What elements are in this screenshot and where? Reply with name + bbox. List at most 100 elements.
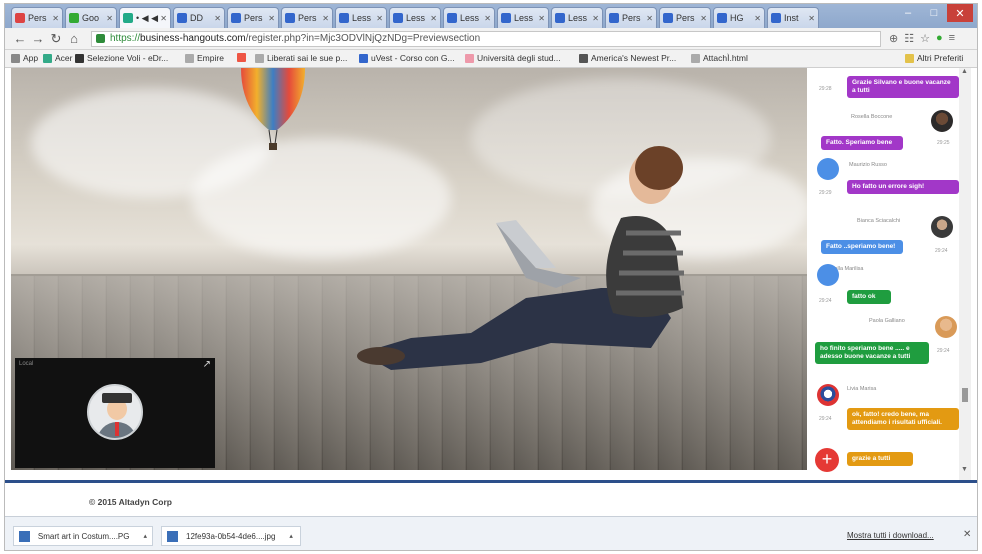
download-item[interactable]: 12fe93a-0b54-4de6....jpg ▴	[161, 526, 301, 546]
bookmark-icon	[255, 53, 264, 63]
tab-close-icon[interactable]: ✕	[52, 14, 59, 23]
tab-label: Pers	[298, 13, 317, 23]
tab-favicon-icon	[717, 13, 727, 23]
chat-message-bubble: ok, fatto! credo bene, ma attendiamo i r…	[847, 408, 959, 430]
minimize-button[interactable]: –	[895, 4, 921, 22]
chat-sender-name: Livia Marisa	[847, 386, 877, 392]
maximize-button[interactable]: □	[921, 4, 947, 22]
tab-close-icon[interactable]: ✕	[484, 14, 491, 23]
tab-14[interactable]: Inst ✕	[767, 7, 819, 28]
url-input[interactable]: https://business-hangouts.com/register.p…	[91, 31, 881, 47]
tab-12[interactable]: Pers ✕	[659, 7, 711, 28]
tab-7[interactable]: Less ✕	[389, 7, 441, 28]
close-window-button[interactable]: ✕	[947, 4, 973, 22]
hero-image: Local ↗	[11, 68, 807, 470]
tab-10[interactable]: Less ✕	[551, 7, 603, 28]
chat-scrollbar[interactable]: ▲ ▼	[959, 68, 971, 480]
tab-close-icon[interactable]: ✕	[106, 14, 113, 23]
close-download-bar-icon[interactable]: ✕	[963, 529, 971, 540]
tab-favicon-icon	[69, 13, 79, 23]
add-button[interactable]: +	[815, 448, 839, 472]
download-menu-icon[interactable]: ▴	[143, 532, 147, 540]
tab-11[interactable]: Pers ✕	[605, 7, 657, 28]
menu-icon[interactable]: ≡	[949, 32, 955, 45]
tab-close-icon[interactable]: ✕	[646, 14, 653, 23]
expand-icon[interactable]: ↗	[203, 359, 211, 370]
bookmark-2[interactable]: Selezione Voli - eDr...	[75, 53, 168, 63]
other-bookmarks[interactable]: Altri Preferiti	[905, 53, 963, 63]
bookmark-icon	[75, 53, 84, 63]
other-bookmarks-label: Altri Preferiti	[917, 53, 964, 63]
tab-2[interactable]: • ◀ ◀ ✕	[119, 7, 171, 28]
tab-favicon-icon	[339, 13, 349, 23]
tab-favicon-icon	[285, 13, 295, 23]
tab-6[interactable]: Less ✕	[335, 7, 387, 28]
bookmark-label: App	[23, 53, 39, 63]
forward-arrow-icon[interactable]: →	[31, 31, 45, 46]
tab-9[interactable]: Less ✕	[497, 7, 549, 28]
bookmark-5[interactable]: Liberati sai le sue p...	[255, 53, 347, 63]
bookmark-star-icon[interactable]: ☆	[920, 32, 930, 45]
tab-close-icon[interactable]: ✕	[376, 14, 383, 23]
download-item[interactable]: Smart art in Costum....PG ▴	[13, 526, 153, 546]
tab-close-icon[interactable]: ✕	[160, 14, 167, 23]
bookmark-label: Empire	[197, 53, 224, 63]
home-icon[interactable]: ⌂	[67, 31, 81, 46]
bookmark-4[interactable]	[237, 53, 249, 62]
scroll-up-icon[interactable]: ▲	[961, 68, 968, 75]
bookmark-0[interactable]: App	[11, 53, 38, 63]
zoom-icon[interactable]: ⊕	[889, 32, 898, 45]
tab-close-icon[interactable]: ✕	[592, 14, 599, 23]
tab-label: Less	[568, 13, 588, 23]
tab-close-icon[interactable]: ✕	[214, 14, 221, 23]
tab-3[interactable]: DD ✕	[173, 7, 225, 28]
scroll-down-icon[interactable]: ▼	[961, 466, 968, 473]
tab-close-icon[interactable]: ✕	[808, 14, 815, 23]
tab-favicon-icon	[555, 13, 565, 23]
tab-5[interactable]: Pers ✕	[281, 7, 333, 28]
bookmark-6[interactable]: uVest - Corso con G...	[359, 53, 455, 63]
tab-close-icon[interactable]: ✕	[322, 14, 329, 23]
reload-icon[interactable]: ↻	[49, 31, 63, 46]
chat-avatar	[931, 110, 953, 132]
download-filename: Smart art in Costum....PG	[37, 531, 130, 541]
chat-timestamp: 29:24	[819, 298, 832, 304]
tab-close-icon[interactable]: ✕	[430, 14, 437, 23]
tab-1[interactable]: Goo ✕	[65, 7, 117, 28]
chat-avatar	[817, 158, 839, 180]
back-arrow-icon[interactable]: ←	[13, 31, 27, 46]
chat-avatar	[817, 264, 839, 286]
user-avatar	[87, 384, 143, 440]
extension-icon[interactable]: ●	[936, 32, 943, 45]
local-camera-view[interactable]: Local ↗	[15, 358, 215, 468]
tab-favicon-icon	[123, 13, 133, 23]
tab-label: Goo	[82, 13, 100, 23]
bookmark-7[interactable]: Università degli stud...	[465, 53, 561, 63]
lock-icon	[96, 34, 105, 43]
tab-13[interactable]: HG ✕	[713, 7, 765, 28]
bookmark-label: AttachÌ.html	[703, 53, 748, 63]
folder-icon	[905, 53, 914, 63]
tab-0[interactable]: Pers ✕	[11, 7, 63, 28]
tab-close-icon[interactable]: ✕	[754, 14, 761, 23]
file-icon	[19, 530, 30, 542]
translate-icon[interactable]: ☷	[904, 32, 914, 45]
bookmark-1[interactable]: Acer	[43, 53, 72, 63]
tab-4[interactable]: Pers ✕	[227, 7, 279, 28]
tab-favicon-icon	[177, 13, 187, 23]
tab-8[interactable]: Less ✕	[443, 7, 495, 28]
show-all-downloads-link[interactable]: Mostra tutti i download...	[847, 531, 934, 540]
url-host: business-hangouts.com	[140, 33, 246, 44]
scroll-thumb[interactable]	[962, 388, 968, 402]
file-icon	[167, 530, 178, 542]
tab-close-icon[interactable]: ✕	[268, 14, 275, 23]
tab-close-icon[interactable]: ✕	[538, 14, 545, 23]
bookmark-9[interactable]: AttachÌ.html	[691, 53, 748, 63]
download-menu-icon[interactable]: ▴	[289, 532, 293, 540]
tab-close-icon[interactable]: ✕	[700, 14, 707, 23]
tab-favicon-icon	[663, 13, 673, 23]
bookmark-8[interactable]: America's Newest Pr...	[579, 53, 676, 63]
hot-air-balloon-icon	[241, 68, 305, 150]
bookmark-3[interactable]: Empire	[185, 53, 224, 63]
tab-favicon-icon	[771, 13, 781, 23]
